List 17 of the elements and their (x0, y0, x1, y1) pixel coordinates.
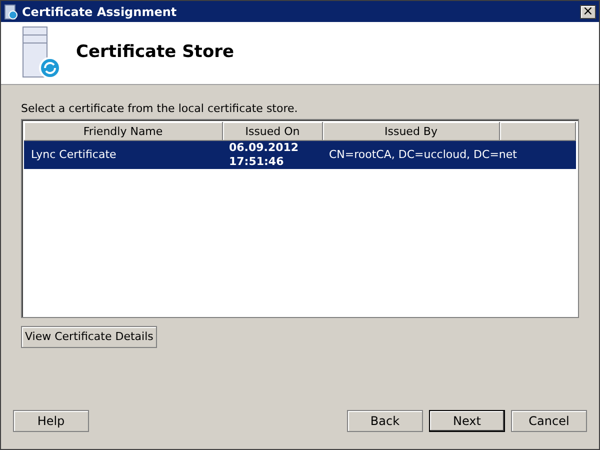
window-title: Certificate Assignment (22, 4, 177, 20)
column-header[interactable]: Issued By (323, 122, 500, 141)
table-cell-text: 06.09.2012 17:51:46 (228, 141, 300, 169)
view-details-button[interactable]: View Certificate Details (21, 326, 158, 348)
table-row[interactable]: Lync Certificate 06.09.2012 17:51:46 CN=rootCA, DC=uccloud, DC=net (24, 141, 576, 169)
table-cell-text: Lync Certificate (30, 148, 118, 162)
dialog-button[interactable]: Cancel (511, 410, 587, 432)
certificate-icon (4, 4, 18, 20)
dialog-button[interactable]: Next (429, 410, 505, 432)
column-header[interactable]: Friendly Name (24, 122, 223, 141)
column-header[interactable]: Issued On (223, 122, 323, 141)
header-title: Certificate Store (76, 41, 234, 64)
table-cell-text: CN=rootCA, DC=uccloud, DC=net (328, 148, 518, 162)
close-button[interactable]: × (580, 4, 596, 18)
dialog-button[interactable]: Help (13, 410, 89, 432)
dialog-button[interactable]: Back (347, 410, 423, 432)
instruction-text: Select a certificate from the local certificate store. (21, 101, 299, 116)
